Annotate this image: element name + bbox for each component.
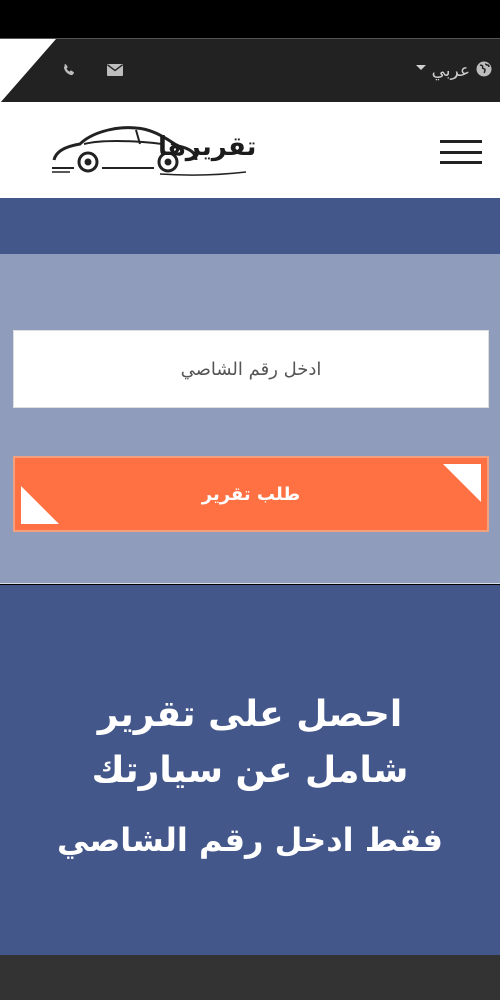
chevron-down-icon [415,64,426,70]
request-report-button[interactable]: طلب تقرير [13,456,489,532]
top-bar-corner [0,39,56,103]
banner-strip [0,198,500,254]
language-label: عربي [431,61,470,81]
phone-icon[interactable] [60,61,78,79]
hamburger-menu-icon[interactable] [440,140,482,164]
menu-line [440,150,482,154]
hero-subheadline: فقط ادخل رقم الشاصي [56,821,443,859]
language-selector[interactable]: عربي [415,59,492,83]
menu-line [440,140,482,143]
footer-bar [0,955,500,1000]
mail-icon[interactable] [106,61,124,79]
hero-headline-line2: شامل عن سيارتك [91,750,409,791]
hero-headline-line1: احصل على تقرير [97,694,403,735]
hero-headline: احصل على تقرير شامل عن سيارتك [0,687,500,799]
site-header: تقريرها [0,102,500,198]
vin-input[interactable] [13,330,489,408]
status-bar [0,0,500,38]
menu-line [440,161,482,164]
globe-icon [476,61,492,82]
request-report-label: طلب تقرير [201,483,301,505]
top-bar: عربي [0,38,500,103]
hero-section: احصل على تقرير شامل عن سيارتك فقط ادخل ر… [0,585,500,955]
logo-text: تقريرها [158,132,257,162]
vin-form: طلب تقرير [0,254,500,584]
